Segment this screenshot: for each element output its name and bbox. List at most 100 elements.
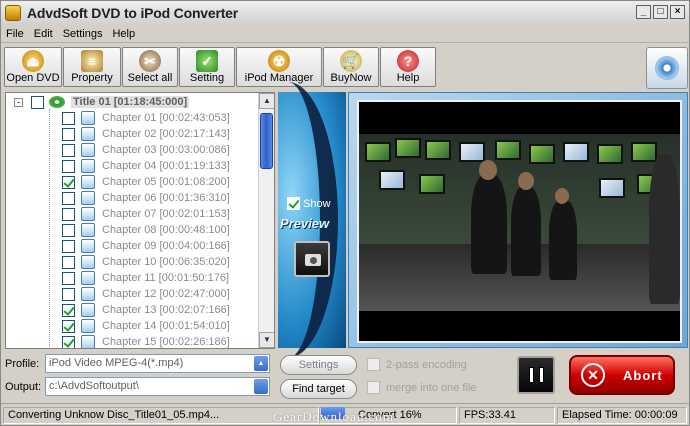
help-label: Help: [396, 72, 420, 84]
ipod-manager-icon: ☢: [268, 50, 290, 72]
chapter-label: Chapter 03 [00:03:00:086]: [102, 144, 230, 156]
setting-label: Setting: [189, 72, 225, 84]
chapter-checkbox[interactable]: [62, 191, 75, 205]
chapter-row[interactable]: Chapter 03 [00:03:00:086]: [62, 142, 230, 158]
chapter-row[interactable]: Chapter 14 [00:01:54:010]: [62, 318, 230, 334]
chapter-row[interactable]: Chapter 04 [00:01:19:133]: [62, 158, 230, 174]
chapter-checkbox[interactable]: [62, 111, 75, 125]
select-all-button[interactable]: ✂ Select all: [122, 47, 178, 87]
show-toggle[interactable]: Show: [287, 197, 331, 210]
dvd-disc-icon[interactable]: [646, 47, 688, 89]
chapter-file-icon: [81, 255, 95, 269]
settings-button[interactable]: Settings: [280, 355, 357, 375]
merge-checkbox[interactable]: [367, 381, 380, 394]
profile-select[interactable]: iPod Video MPEG-4(*.mp4) ▲: [45, 354, 270, 373]
show-checkbox[interactable]: [287, 197, 300, 210]
chapter-file-icon: [81, 239, 95, 253]
select-all-icon: ✂: [139, 50, 161, 72]
chapter-row[interactable]: Chapter 13 [00:02:07:166]: [62, 302, 230, 318]
setting-button[interactable]: ✓ Setting: [179, 47, 235, 87]
chapter-checkbox[interactable]: [62, 303, 75, 317]
root-checkbox[interactable]: [31, 95, 44, 109]
video-screen: [357, 100, 682, 343]
chapter-label: Chapter 08 [00:00:48:100]: [102, 224, 230, 236]
chapter-row[interactable]: Chapter 02 [00:02:17:143]: [62, 126, 230, 142]
chapter-checkbox[interactable]: [62, 127, 75, 141]
browse-button[interactable]: [254, 379, 268, 394]
open-dvd-button[interactable]: ⏏ Open DVD: [4, 47, 62, 87]
chapter-row[interactable]: Chapter 12 [00:02:47:000]: [62, 286, 230, 302]
video-preview-frame: [348, 92, 688, 348]
select-all-label: Select all: [127, 72, 173, 84]
chapter-file-icon: [81, 159, 95, 173]
chapter-label: Chapter 02 [00:02:17:143]: [102, 128, 230, 140]
chapter-checkbox[interactable]: [62, 239, 75, 253]
chapter-checkbox[interactable]: [62, 319, 75, 333]
output-row: Output: c:\AdvdSoftoutput\: [5, 377, 270, 396]
chapter-row[interactable]: Chapter 15 [00:02:26:186]: [62, 334, 230, 348]
fps-readout: FPS:33.41: [459, 407, 555, 424]
snapshot-button[interactable]: [294, 241, 330, 277]
disc-icon: [49, 96, 65, 108]
chapter-file-icon: [81, 207, 95, 221]
chapter-row[interactable]: Chapter 06 [00:01:36:310]: [62, 190, 230, 206]
menu-settings[interactable]: Settings: [58, 28, 108, 40]
close-button[interactable]: ×: [670, 5, 685, 19]
chapter-checkbox[interactable]: [62, 207, 75, 221]
toolbar: ⏏ Open DVD ≡ Property ✂ Select all ✓ Set…: [4, 47, 436, 87]
minimize-button[interactable]: _: [636, 5, 651, 19]
pause-button[interactable]: [517, 356, 555, 394]
help-icon: ?: [397, 50, 419, 72]
ipod-manager-button[interactable]: ☢ iPod Manager: [236, 47, 322, 87]
menu-edit[interactable]: Edit: [29, 28, 58, 40]
merge-label: merge into one file: [386, 381, 477, 394]
chapter-file-icon: [81, 287, 95, 301]
status-message: Converting Unknow Disc_Title01_05.mp4...: [3, 407, 319, 424]
output-field[interactable]: c:\AdvdSoftoutput\: [45, 377, 270, 396]
chapter-checkbox[interactable]: [62, 271, 75, 285]
chapter-row[interactable]: Chapter 07 [00:02:01:153]: [62, 206, 230, 222]
title-bar[interactable]: AdvdSoft DVD to iPod Converter _ □ ×: [1, 1, 689, 25]
chapter-checkbox[interactable]: [62, 335, 75, 348]
chapter-row[interactable]: Chapter 09 [00:04:00:166]: [62, 238, 230, 254]
chapter-label: Chapter 13 [00:02:07:166]: [102, 304, 230, 316]
chapter-row[interactable]: Chapter 01 [00:02:43:053]: [62, 110, 230, 126]
show-label: Show: [303, 197, 331, 210]
chapter-row[interactable]: Chapter 05 [00:01:08:200]: [62, 174, 230, 190]
pause-icon: [529, 367, 534, 383]
setting-icon: ✓: [196, 50, 218, 72]
menu-file[interactable]: File: [1, 28, 29, 40]
chapter-row[interactable]: Chapter 11 [00:01:50:176]: [62, 270, 229, 286]
chapter-checkbox[interactable]: [62, 143, 75, 157]
find-target-button[interactable]: Find target: [280, 379, 357, 399]
chapter-checkbox[interactable]: [62, 159, 75, 173]
menu-help[interactable]: Help: [107, 28, 140, 40]
chapter-checkbox[interactable]: [62, 223, 75, 237]
buynow-button[interactable]: 🛒 BuyNow: [323, 47, 379, 87]
chapter-checkbox[interactable]: [62, 287, 75, 301]
abort-button[interactable]: ✕ Abort: [569, 355, 675, 395]
chapter-checkbox[interactable]: [62, 255, 75, 269]
property-button[interactable]: ≡ Property: [63, 47, 121, 87]
menu-bar: File Edit Settings Help: [1, 25, 689, 43]
chapter-label: Chapter 11 [00:01:50:176]: [102, 272, 230, 284]
merge-option[interactable]: merge into one file: [367, 381, 477, 394]
two-pass-checkbox[interactable]: [367, 358, 380, 371]
chapter-checkbox[interactable]: [62, 175, 75, 189]
chapter-file-icon: [81, 303, 95, 317]
chapter-file-icon: [81, 111, 95, 125]
profile-label: Profile:: [5, 357, 40, 370]
help-button[interactable]: ? Help: [380, 47, 436, 87]
collapse-icon[interactable]: -: [14, 97, 23, 107]
title-label: Title 01 [01:18:45:000]: [71, 96, 190, 108]
chapter-row[interactable]: Chapter 10 [00:06:35:020]: [62, 254, 230, 270]
maximize-button[interactable]: □: [653, 5, 668, 19]
chevron-down-icon[interactable]: ▲: [254, 356, 268, 371]
chapter-row[interactable]: Chapter 08 [00:00:48:100]: [62, 222, 230, 238]
window-title: AdvdSoft DVD to iPod Converter: [27, 5, 239, 21]
tree-root[interactable]: - Title 01 [01:18:45:000]: [14, 94, 190, 110]
two-pass-option[interactable]: 2-pass encoding: [367, 358, 467, 371]
chapter-file-icon: [81, 175, 95, 189]
chapter-file-icon: [81, 143, 95, 157]
output-label: Output:: [5, 380, 42, 393]
